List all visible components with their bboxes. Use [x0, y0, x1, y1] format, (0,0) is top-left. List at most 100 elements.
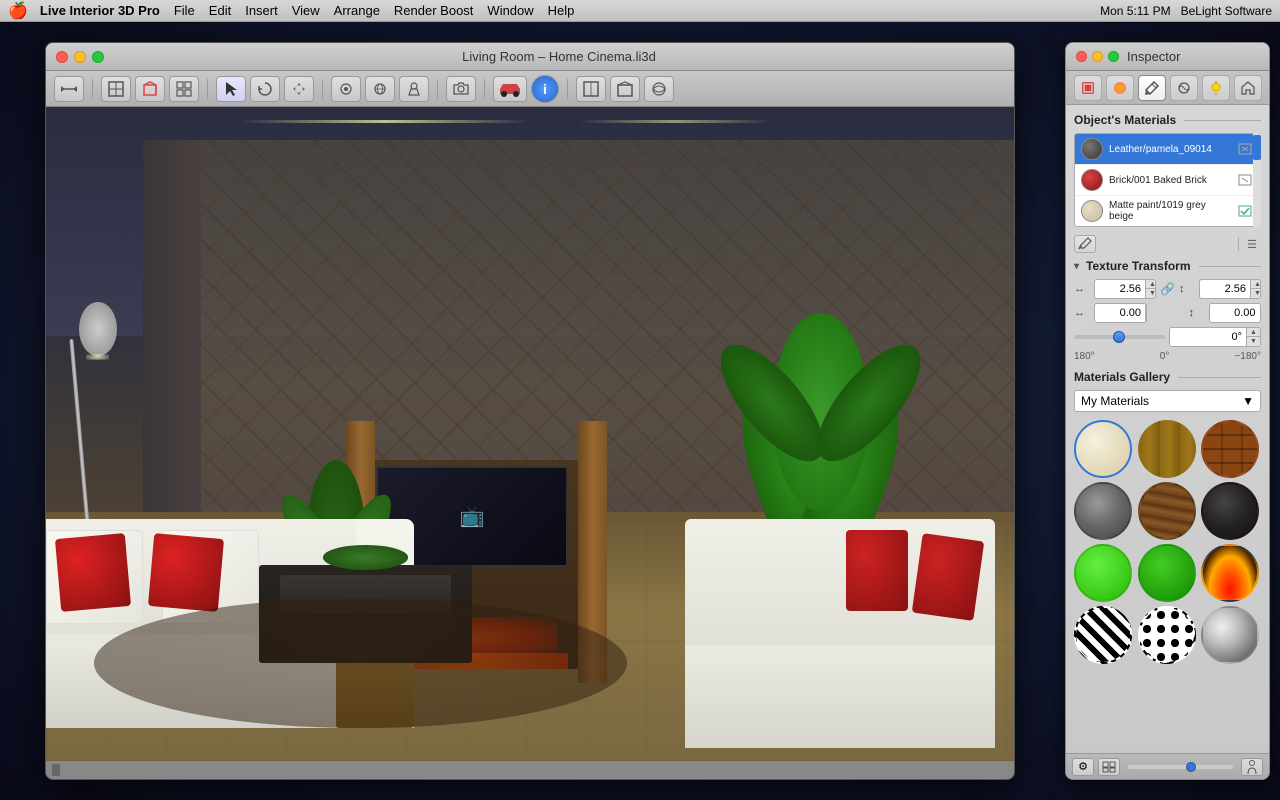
- tt-scale-y-up[interactable]: ▲: [1250, 280, 1261, 289]
- inspector-settings-btn[interactable]: ⚙: [1072, 758, 1094, 776]
- tt-offset-y-up[interactable]: ▲: [1260, 304, 1262, 313]
- tt-scale-x-group[interactable]: ▲ ▼: [1094, 279, 1156, 299]
- 3d-viewport[interactable]: 📺: [46, 107, 1014, 761]
- sphere-btn[interactable]: [365, 76, 395, 102]
- inspector-minimize-button[interactable]: [1092, 51, 1103, 62]
- angle-up[interactable]: ▲: [1246, 328, 1260, 337]
- gallery-dropdown[interactable]: My Materials ▼: [1074, 390, 1261, 412]
- tt-offset-x-down[interactable]: ▼: [1145, 313, 1147, 322]
- material-action-3[interactable]: [1236, 202, 1254, 220]
- eyedropper-btn[interactable]: [1074, 235, 1096, 253]
- material-item-1[interactable]: Leather/pamela_09014: [1075, 134, 1260, 165]
- gallery-item-spot[interactable]: [1138, 606, 1196, 664]
- tt-scale-x-up[interactable]: ▲: [1145, 280, 1156, 289]
- rotate-tool-btn[interactable]: [250, 76, 280, 102]
- tt-offset-x-group[interactable]: ▲ ▼: [1094, 303, 1147, 323]
- view-menu[interactable]: View: [292, 3, 320, 18]
- gallery-item-dark[interactable]: [1201, 482, 1259, 540]
- inspector-grid-btn[interactable]: [1098, 758, 1120, 776]
- material-action-1[interactable]: [1236, 140, 1254, 158]
- toolbar-sep-1: [92, 79, 93, 99]
- tab-paint[interactable]: [1138, 75, 1166, 101]
- tab-texture[interactable]: [1170, 75, 1198, 101]
- angle-input[interactable]: [1170, 329, 1247, 345]
- app-name[interactable]: Live Interior 3D Pro: [40, 3, 160, 18]
- gallery-item-fire[interactable]: [1201, 544, 1259, 602]
- angle-down[interactable]: ▼: [1246, 337, 1260, 346]
- material-item-3[interactable]: Matte paint/1019 grey beige: [1075, 196, 1260, 226]
- tt-scale-y-group[interactable]: ▲ ▼: [1199, 279, 1261, 299]
- point-light-btn[interactable]: [331, 76, 361, 102]
- apple-menu[interactable]: 🍎: [8, 1, 28, 21]
- tt-offset-y-group[interactable]: ▲ ▼: [1209, 303, 1262, 323]
- tt-offset-x-input[interactable]: [1095, 305, 1145, 321]
- tab-room[interactable]: [1234, 75, 1262, 101]
- perspective-btn[interactable]: [610, 76, 640, 102]
- tt-offset-x-up[interactable]: ▲: [1145, 304, 1147, 313]
- tt-scale-y-stepper[interactable]: ▲ ▼: [1250, 280, 1261, 298]
- inspector-zoom-slider[interactable]: [1128, 765, 1233, 769]
- angle-slider[interactable]: [1074, 329, 1165, 345]
- inspector-maximize-button[interactable]: [1108, 51, 1119, 62]
- 3d-view-btn[interactable]: [135, 76, 165, 102]
- material-item-2[interactable]: Brick/001 Baked Brick: [1075, 165, 1260, 196]
- inspector-close-button[interactable]: [1076, 51, 1087, 62]
- orbit-btn[interactable]: [644, 76, 674, 102]
- main-maximize-button[interactable]: [92, 51, 104, 63]
- gallery-item-brick[interactable]: [1201, 420, 1259, 478]
- tab-materials[interactable]: [1074, 75, 1102, 101]
- menu-time: Mon 5:11 PM: [1100, 4, 1170, 18]
- view-toggle-btn[interactable]: [169, 76, 199, 102]
- tt-offset-y-stepper[interactable]: ▲ ▼: [1260, 304, 1262, 322]
- help-menu[interactable]: Help: [548, 3, 575, 18]
- tt-offset-x-stepper[interactable]: ▲ ▼: [1145, 304, 1147, 322]
- tt-scale-x-input[interactable]: [1095, 281, 1145, 297]
- angle-thumb[interactable]: [1113, 331, 1125, 343]
- angle-stepper[interactable]: ▲ ▼: [1246, 328, 1260, 346]
- tab-light[interactable]: [1202, 75, 1230, 101]
- render-boost-menu[interactable]: Render Boost: [394, 3, 474, 18]
- tt-scale-x-down[interactable]: ▼: [1145, 289, 1156, 298]
- tt-toggle[interactable]: ▾: [1074, 261, 1079, 272]
- main-traffic-lights: [56, 51, 104, 63]
- tt-scale-y-down[interactable]: ▼: [1250, 289, 1261, 298]
- tt-link-icon[interactable]: 🔗: [1160, 282, 1175, 296]
- tt-scale-y-input[interactable]: [1200, 281, 1250, 297]
- tt-scale-x-stepper[interactable]: ▲ ▼: [1145, 280, 1156, 298]
- select-tool-btn[interactable]: [216, 76, 246, 102]
- window-menu[interactable]: Window: [487, 3, 533, 18]
- desktop: Living Room – Home Cinema.li3d: [0, 22, 1280, 800]
- inspector-person-btn[interactable]: [1241, 758, 1263, 776]
- gallery-item-wood1[interactable]: [1138, 420, 1196, 478]
- tt-offset-y-down[interactable]: ▼: [1260, 313, 1262, 322]
- material-action-2[interactable]: [1236, 171, 1254, 189]
- main-minimize-button[interactable]: [74, 51, 86, 63]
- move-tool-btn[interactable]: [284, 76, 314, 102]
- gallery-item-metal[interactable]: [1201, 606, 1259, 664]
- top-view-btn[interactable]: [576, 76, 606, 102]
- info-btn[interactable]: i: [531, 75, 559, 103]
- spot-light-btn[interactable]: [399, 76, 429, 102]
- ceiling-light-1: [240, 120, 530, 123]
- materials-gallery-header: Materials Gallery: [1074, 370, 1261, 384]
- gallery-item-green1[interactable]: [1074, 544, 1132, 602]
- main-close-button[interactable]: [56, 51, 68, 63]
- gallery-item-wood2[interactable]: [1138, 482, 1196, 540]
- edit-menu[interactable]: Edit: [209, 3, 231, 18]
- gallery-item-zebra[interactable]: [1074, 606, 1132, 664]
- floor-plan-btn[interactable]: [101, 76, 131, 102]
- file-menu[interactable]: File: [174, 3, 195, 18]
- back-forward-btn[interactable]: [54, 76, 84, 102]
- tt-offset-y-input[interactable]: [1210, 305, 1260, 321]
- inspector-zoom-thumb[interactable]: [1186, 762, 1196, 772]
- insert-menu[interactable]: Insert: [245, 3, 278, 18]
- camera-3d-btn[interactable]: [446, 76, 476, 102]
- gallery-item-green2[interactable]: [1138, 544, 1196, 602]
- gallery-item-stone[interactable]: [1074, 482, 1132, 540]
- tab-color[interactable]: [1106, 75, 1134, 101]
- arrange-menu[interactable]: Arrange: [334, 3, 380, 18]
- angle-row: ▲ ▼: [1074, 327, 1261, 347]
- render-btn[interactable]: [493, 76, 527, 102]
- angle-input-group[interactable]: ▲ ▼: [1169, 327, 1262, 347]
- gallery-item-cream[interactable]: [1074, 420, 1132, 478]
